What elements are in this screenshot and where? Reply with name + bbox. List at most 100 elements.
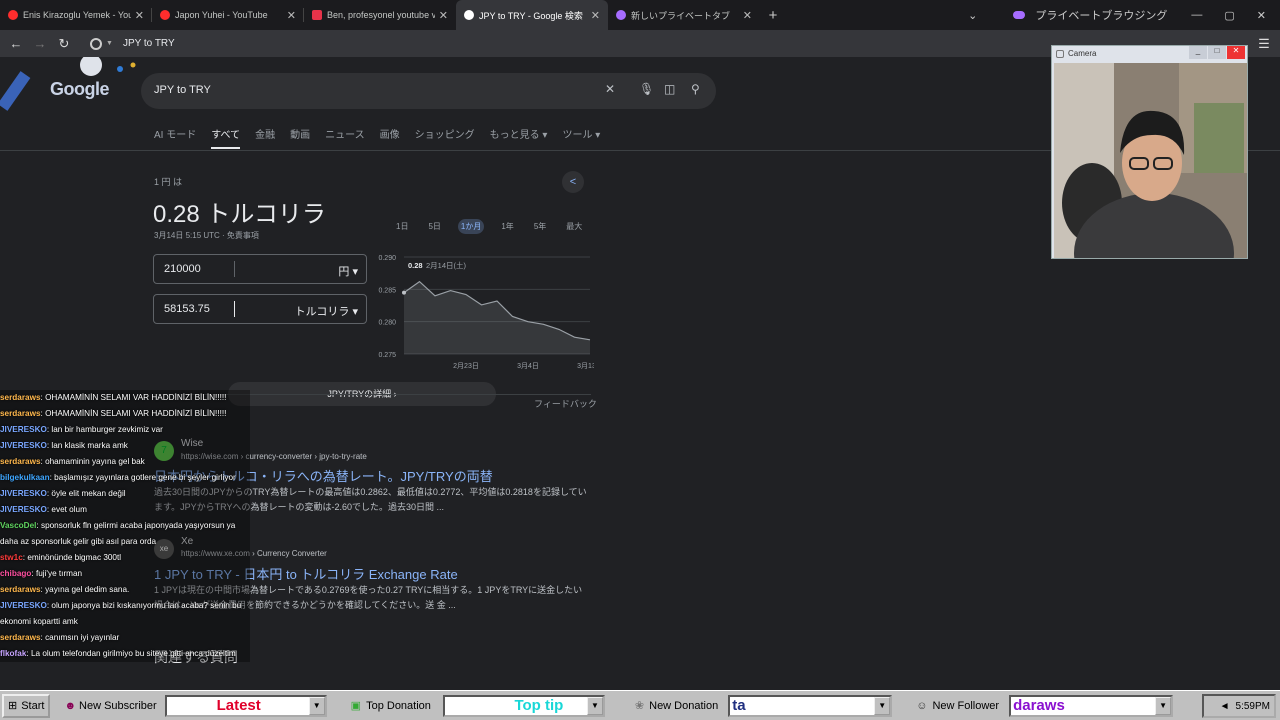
from-amount-field[interactable]: 210000 円 ▾ [153,254,367,284]
new-follower-field[interactable]: daraws ▼ [1009,694,1174,717]
chat-username: VascoDel [0,521,37,530]
maximize-icon[interactable]: □ [1208,46,1226,59]
tab-2[interactable]: Japon Yuhei - YouTube ✕ [152,0,304,30]
chat-username: flkofak [0,649,27,658]
chat-username: serdaraws [0,457,41,466]
youtube-icon [160,10,170,20]
to-amount-field[interactable]: 58153.75 トルコリラ ▾ [153,294,367,324]
search-input[interactable]: JPY to TRY ✕ 🎙 ◫ ⚲ [141,73,716,109]
to-unit-select[interactable]: トルコリラ ▾ [295,303,358,319]
tab-tools[interactable]: ツール ▾ [562,126,600,149]
windows-icon: ⊞ [8,700,18,712]
tab-1[interactable]: Enis Kirazoglu Yemek - YouTube ✕ [0,0,152,30]
tab-more[interactable]: もっと見る ▾ [490,126,548,149]
new-tab-button[interactable]: + [760,7,786,24]
start-label: Start [21,699,45,712]
camera-window[interactable]: Camera _ □ ✕ [1051,45,1248,259]
search-icon[interactable]: ⚲ [691,82,700,96]
latest-field[interactable]: Latest ▼ [164,694,327,717]
chat-username: serdaraws [0,393,41,402]
chevron-down-icon[interactable]: ▼ [106,40,113,47]
clear-search-icon[interactable]: ✕ [605,82,615,96]
share-icon[interactable]: < [562,171,584,193]
chevron-down-icon[interactable]: ▼ [308,696,325,715]
chevron-down-icon[interactable]: ▼ [874,696,891,715]
close-tab-icon[interactable]: ✕ [743,9,752,22]
new-donation-field[interactable]: ta ▼ [728,694,893,717]
camera-icon [1056,50,1064,58]
camera-lens-icon[interactable]: ◫ [664,82,675,96]
range-max[interactable]: 最大 [563,219,585,234]
tab-news[interactable]: ニュース [325,126,365,149]
chat-text: : canımsın iyi yayınlar [40,633,120,642]
restore-icon[interactable]: ▢ [1224,9,1234,22]
tab-4-active[interactable]: JPY to TRY - Google 検索 ✕ [456,0,608,30]
back-icon[interactable]: ← [4,36,28,51]
close-tab-icon[interactable]: ✕ [287,9,296,22]
chevron-down-icon[interactable]: ▼ [1155,696,1172,715]
chat-username: JIVERESKO [0,505,47,514]
menu-icon[interactable]: ☰ [1252,36,1276,52]
range-1y[interactable]: 1年 [498,219,516,234]
clock: 5:59PM [1235,700,1270,712]
new-subscriber-button[interactable]: ☻ New Subscriber [60,694,160,718]
start-button[interactable]: ⊞ Start [2,693,51,718]
chat-username: serdaraws [0,633,41,642]
chat-text: : sponsorluk fln gelirmi acaba japonyada… [0,521,236,546]
address-bar[interactable]: ▼ JPY to TRY [90,33,175,55]
tab-all[interactable]: すべて [211,126,241,149]
new-follower-button[interactable]: ☺ New Follower [912,694,1003,718]
microphone-icon[interactable]: 🎙 [639,82,654,96]
range-5y[interactable]: 5年 [531,219,549,234]
chat-text: : başlamışız yayınlara gotlere gene bi ş… [49,473,236,482]
forward-icon[interactable]: → [28,36,52,51]
chevron-down-icon[interactable]: ▼ [586,696,603,715]
tab-shopping[interactable]: ショッピング [415,126,475,149]
close-window-icon[interactable]: ✕ [1257,9,1266,22]
range-1d[interactable]: 1日 [393,219,411,234]
tab-images[interactable]: 画像 [380,126,400,149]
tab-videos[interactable]: 動画 [290,126,310,149]
from-unit-select[interactable]: 円 ▾ [338,263,358,279]
speaker-icon[interactable]: ◄ [1220,701,1230,712]
new-donation-button[interactable]: ❀ New Donation [631,694,722,718]
google-logo[interactable]: Google [50,79,110,100]
converter-label: 1 円 は [154,177,183,187]
range-1m[interactable]: 1か月 [457,219,485,234]
chat-text: : lan bir hamburger zevkimiz var [46,425,163,434]
y-tick-label: 0.280 [378,320,396,327]
top-donation-button[interactable]: ▣ Top Donation [347,694,435,718]
tab-title: Enis Kirazoglu Yemek - YouTube [23,10,131,20]
search-nav-tabs: AI モード すべて 金融 動画 ニュース 画像 ショッピング もっと見る ▾ … [154,126,615,149]
donation-icon: ▣ [350,700,362,712]
range-5d[interactable]: 5日 [425,219,443,234]
close-tab-icon[interactable]: ✕ [439,9,448,22]
minimize-icon[interactable]: — [1191,9,1202,21]
chat-text: : La olum telefondan girilmiyo bu siteye… [26,649,236,658]
close-icon[interactable]: ✕ [1227,46,1245,59]
tab-title: Ben, profesyonel youtube videoları [327,10,435,20]
chat-username: chibago [0,569,32,578]
rate-chart[interactable]: 0.290 0.285 0.280 0.275 2月23日 3月4日 3月13日 0.282月… [372,247,594,372]
close-tab-icon[interactable]: ✕ [135,9,144,22]
new-follower-label: New Follower [932,699,1000,712]
tab-3[interactable]: Ben, profesyonel youtube videoları ✕ [304,0,456,30]
minimize-icon[interactable]: _ [1189,46,1207,59]
tab-ai-mode[interactable]: AI モード [154,126,196,149]
tab-finance[interactable]: 金融 [255,126,275,149]
new-donation-label: New Donation [649,699,719,712]
top-donation-label: Top Donation [366,699,431,712]
latest-value: Latest [216,697,261,714]
converter-date: 3月14日 5:15 UTC · 免責事項 [154,231,259,240]
top-tip-field[interactable]: Top tip ▼ [442,694,605,717]
chat-message: chibago: fuji'ye tırman [0,566,250,582]
rate-point [402,290,406,295]
youtube-icon [8,10,18,20]
reload-icon[interactable]: ↻ [52,36,76,52]
feedback-link[interactable]: フィードバック [534,397,597,410]
close-tab-icon[interactable]: ✕ [591,9,600,22]
tab-5[interactable]: 新しいプライベートタブ ✕ [608,0,760,30]
chat-text: : OHAMAMİNİN SELAMI VAR HADDİNİZİ BİLİN!… [40,393,227,402]
chat-text: : ohamaminin yayına gel bak [40,457,145,466]
tab-search-icon[interactable]: ⌄ [968,9,977,22]
